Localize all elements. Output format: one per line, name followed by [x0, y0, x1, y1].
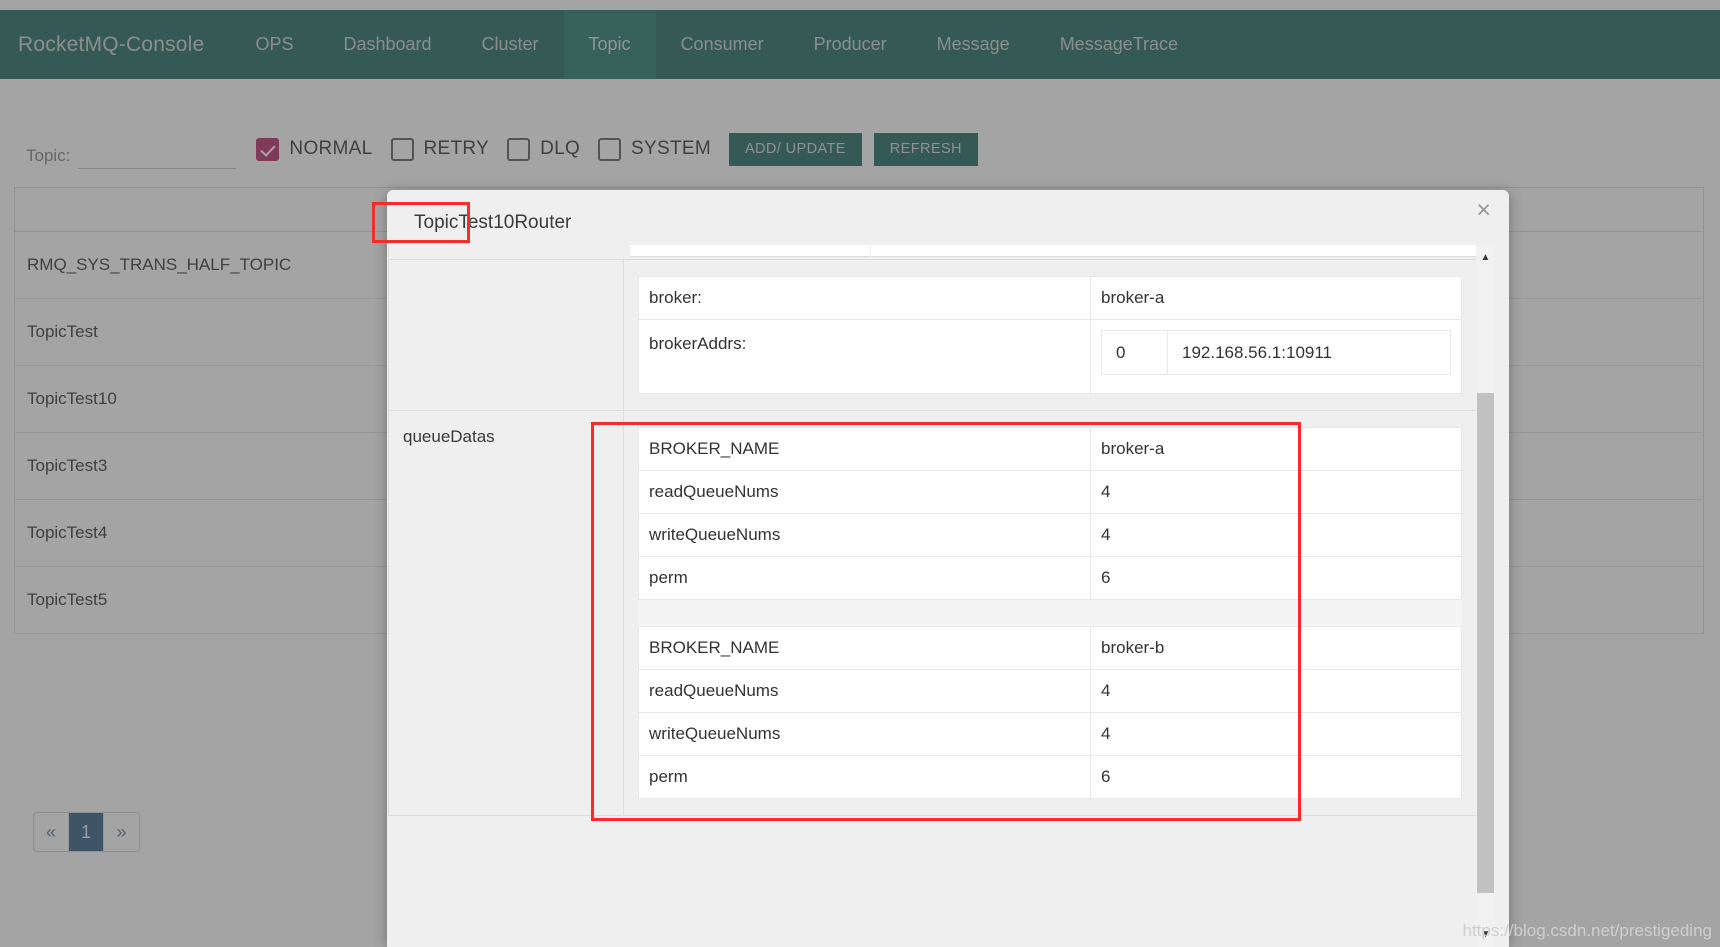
queue-data-value: broker-b — [1091, 627, 1462, 670]
queue-data-row: readQueueNums4 — [639, 471, 1462, 514]
broker-addrs-key: brokerAddrs: — [639, 320, 1091, 394]
broker-addr-row: 0192.168.56.1:10911 — [1102, 331, 1451, 375]
broker-info-row: broker:broker-a — [639, 277, 1462, 320]
queue-data-row: perm6 — [639, 756, 1462, 799]
queue-data-row: BROKER_NAMEbroker-a — [639, 428, 1462, 471]
watermark-text: https://blog.csdn.net/prestigeding — [1463, 921, 1713, 941]
queue-data-value: 6 — [1091, 557, 1462, 600]
queue-data-row: writeQueueNums4 — [639, 514, 1462, 557]
queue-datas-value-cell: BROKER_NAMEbroker-areadQueueNums4writeQu… — [624, 411, 1477, 816]
queue-datas-row: queueDatas BROKER_NAMEbroker-areadQueueN… — [389, 411, 1477, 816]
queue-data-table: BROKER_NAMEbroker-breadQueueNums4writeQu… — [638, 626, 1462, 799]
queue-data-row: writeQueueNums4 — [639, 713, 1462, 756]
queue-data-key: perm — [639, 756, 1091, 799]
partial-cell-left — [630, 245, 870, 257]
router-detail-body: broker:broker-abrokerAddrs:0192.168.56.1… — [389, 260, 1477, 816]
router-detail-table: broker:broker-abrokerAddrs:0192.168.56.1… — [388, 259, 1477, 816]
broker-addrs-row: brokerAddrs:0192.168.56.1:10911 — [639, 320, 1462, 394]
queue-data-value: 4 — [1091, 471, 1462, 514]
partial-top-row — [388, 245, 1477, 257]
broker-info-key: broker: — [639, 277, 1091, 320]
broker-addrs-table: 0192.168.56.1:10911 — [1101, 330, 1451, 375]
queue-data-key: writeQueueNums — [639, 713, 1091, 756]
modal-body: broker:broker-abrokerAddrs:0192.168.56.1… — [387, 245, 1509, 947]
queue-data-key: readQueueNums — [639, 670, 1091, 713]
queue-data-key: BROKER_NAME — [639, 428, 1091, 471]
queue-data-value: 4 — [1091, 514, 1462, 557]
app-root: RocketMQ-Console OPSDashboardClusterTopi… — [0, 0, 1720, 947]
broker-info-value: broker-a — [1091, 277, 1462, 320]
queue-data-value: 6 — [1091, 756, 1462, 799]
queue-data-key: perm — [639, 557, 1091, 600]
queue-datas-key-cell: queueDatas — [389, 411, 624, 816]
router-info-modal: × TopicTest10Router broker:broker-abroke… — [387, 190, 1509, 947]
queue-data-row: BROKER_NAMEbroker-b — [639, 627, 1462, 670]
queue-data-key: readQueueNums — [639, 471, 1091, 514]
queue-data-value: broker-a — [1091, 428, 1462, 471]
partial-cell-right — [871, 245, 1476, 257]
broker-data-value-cell: broker:broker-abrokerAddrs:0192.168.56.1… — [624, 260, 1477, 411]
close-icon[interactable]: × — [1476, 198, 1491, 223]
broker-info-body: broker:broker-abrokerAddrs:0192.168.56.1… — [639, 277, 1462, 394]
broker-info-table: broker:broker-abrokerAddrs:0192.168.56.1… — [638, 276, 1462, 394]
scrollbar-thumb[interactable] — [1477, 393, 1494, 893]
queue-block-separator — [638, 600, 1462, 626]
broker-data-key-cell — [389, 260, 624, 411]
queue-data-row: readQueueNums4 — [639, 670, 1462, 713]
modal-title: TopicTest10Router — [414, 212, 571, 234]
broker-addr-value: 192.168.56.1:10911 — [1168, 331, 1451, 375]
queue-data-value: 4 — [1091, 713, 1462, 756]
broker-addr-index: 0 — [1102, 331, 1168, 375]
queue-data-row: perm6 — [639, 557, 1462, 600]
broker-addrs-value: 0192.168.56.1:10911 — [1091, 320, 1462, 394]
modal-scrollbar[interactable]: ▲ ▼ — [1476, 245, 1495, 947]
queue-data-value: 4 — [1091, 670, 1462, 713]
scroll-up-arrow-icon[interactable]: ▲ — [1476, 248, 1495, 267]
broker-data-row: broker:broker-abrokerAddrs:0192.168.56.1… — [389, 260, 1477, 411]
queue-data-table: BROKER_NAMEbroker-areadQueueNums4writeQu… — [638, 427, 1462, 600]
queue-data-key: BROKER_NAME — [639, 627, 1091, 670]
queue-data-key: writeQueueNums — [639, 514, 1091, 557]
